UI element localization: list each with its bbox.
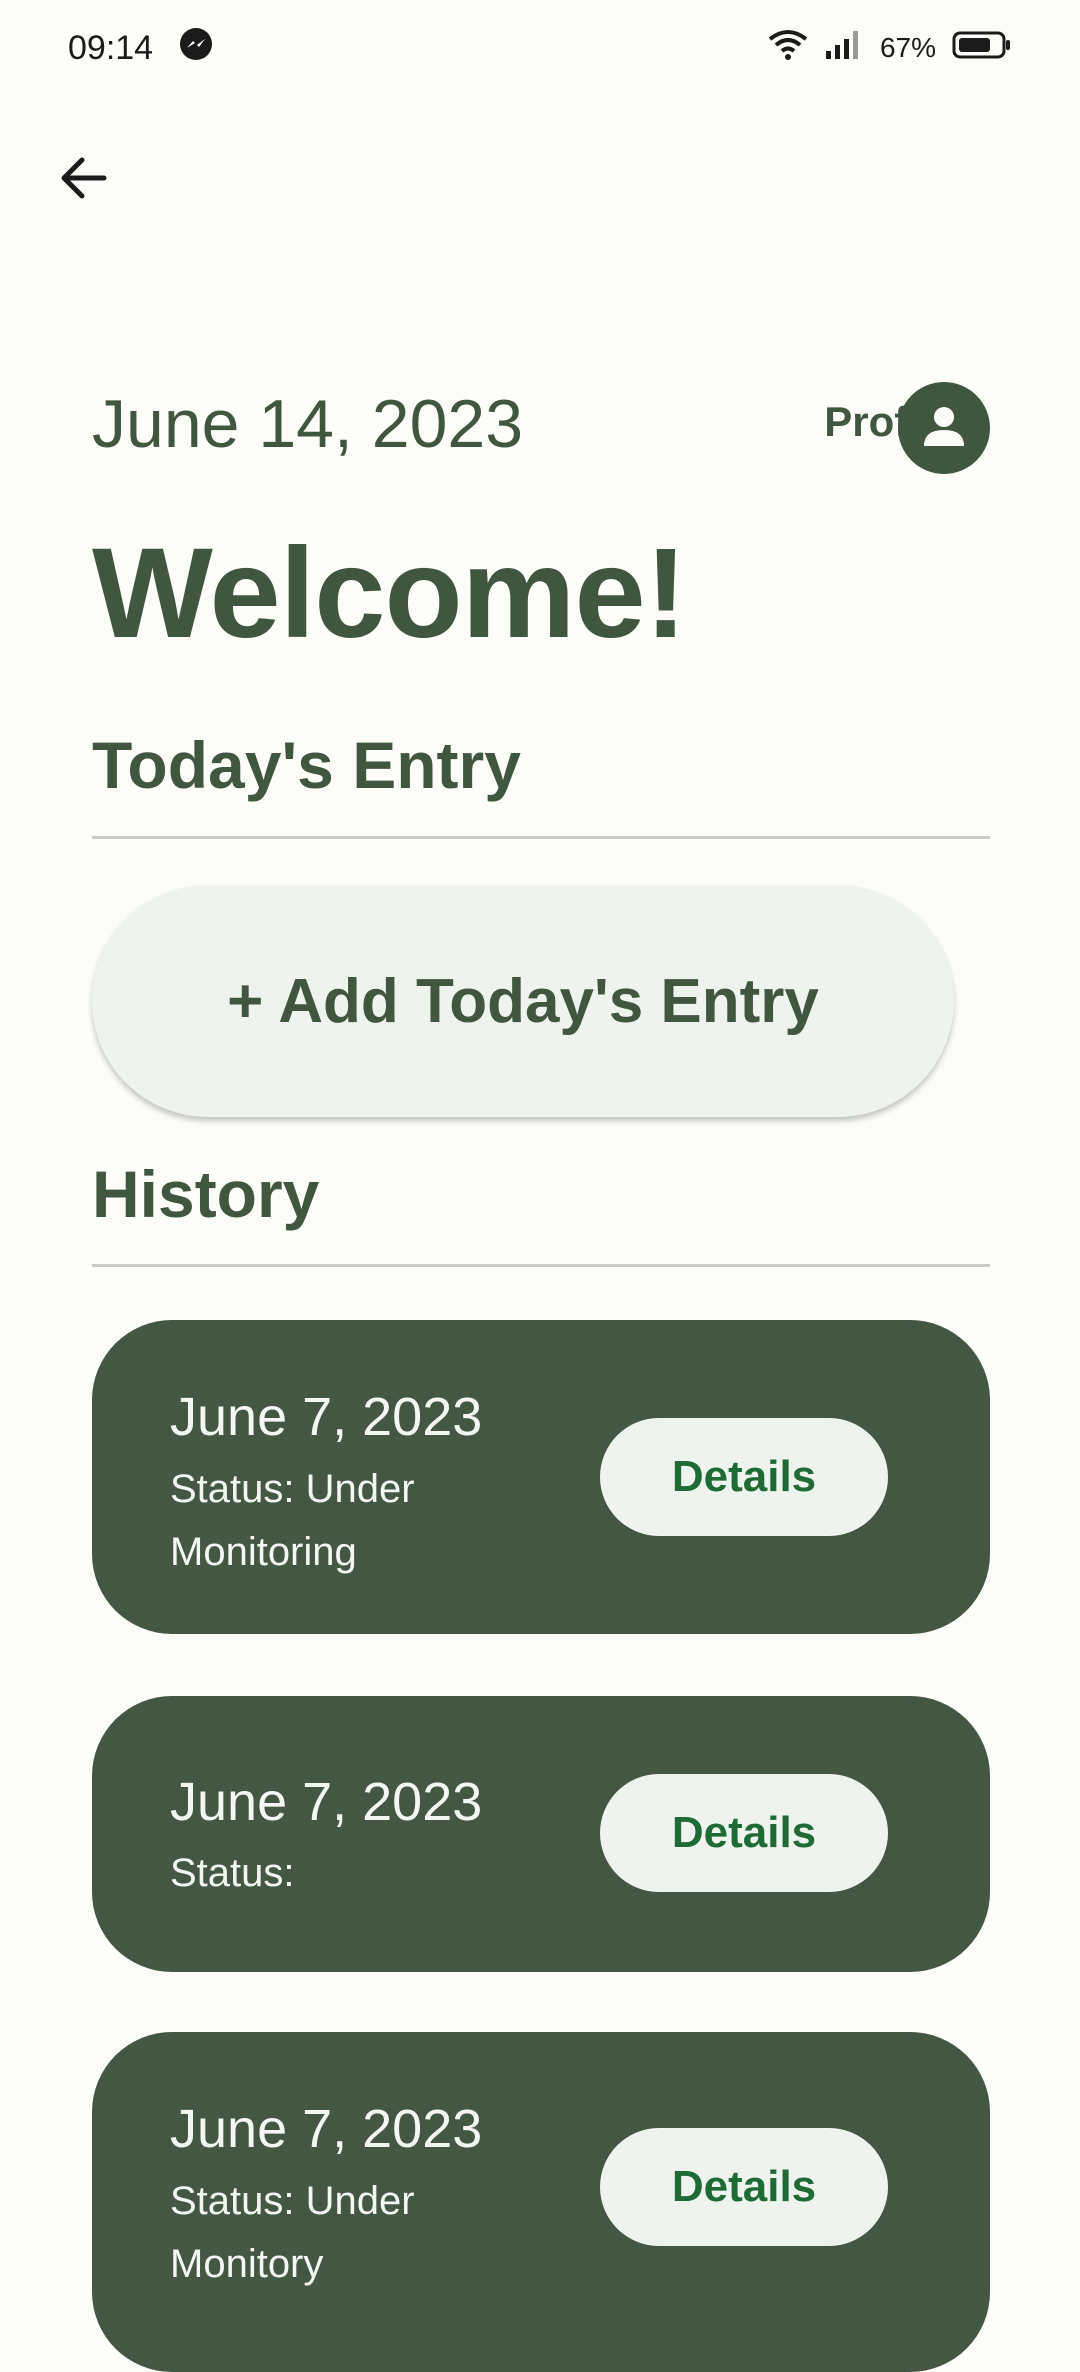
history-card: June 7, 2023 Status: Under Monitory Deta… (92, 2032, 990, 2372)
status-right: 67% (768, 29, 1012, 68)
wifi-icon (768, 29, 808, 68)
add-todays-entry-button[interactable]: + Add Today's Entry (92, 885, 954, 1117)
details-button[interactable]: Details (600, 1418, 888, 1536)
signal-icon (824, 29, 864, 68)
entry-status: Status: (170, 1851, 295, 1895)
history-card: June 7, 2023 Status: Details (92, 1696, 990, 1972)
history-card: June 7, 2023 Status: Under Monitoring De… (92, 1320, 990, 1634)
details-button[interactable]: Details (600, 1774, 888, 1892)
details-button[interactable]: Details (600, 2128, 888, 2246)
profile-avatar-button[interactable] (898, 382, 990, 474)
back-button[interactable] (52, 148, 116, 212)
entry-date: June 7, 2023 (170, 1387, 483, 1447)
status-time: 09:14 (68, 28, 154, 67)
todays-entry-heading: Today's Entry (92, 728, 521, 802)
divider (92, 1264, 990, 1267)
entry-date: June 7, 2023 (170, 2099, 483, 2159)
entry-status: Status: Under Monitoring (170, 1467, 415, 1574)
divider (92, 836, 990, 839)
entry-date: June 7, 2023 (170, 1772, 483, 1832)
messenger-icon (179, 27, 213, 70)
welcome-heading: Welcome! (92, 522, 687, 665)
history-heading: History (92, 1157, 320, 1231)
battery-icon (952, 29, 1012, 68)
arrow-back-icon (56, 150, 112, 211)
battery-percent: 67% (879, 32, 936, 63)
entry-status: Status: Under Monitory (170, 2179, 415, 2286)
current-date: June 14, 2023 (92, 386, 524, 462)
status-left: 09:14 (68, 27, 213, 70)
status-bar: 09:14 67% (0, 0, 1080, 96)
person-icon (920, 402, 968, 455)
